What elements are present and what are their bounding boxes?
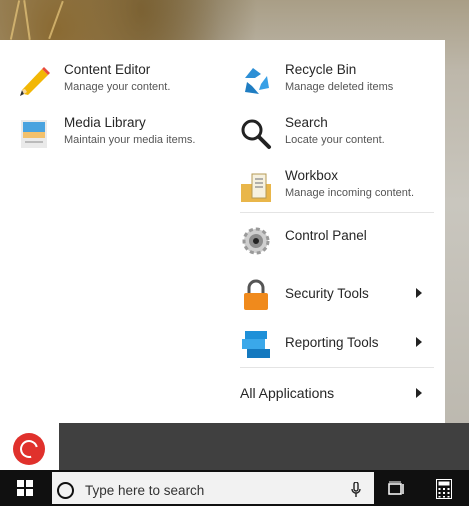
search-title: Search bbox=[285, 115, 328, 130]
wallpaper-detail bbox=[9, 0, 21, 40]
content-editor-desc: Manage your content. bbox=[64, 81, 171, 93]
chevron-right-icon bbox=[416, 337, 422, 347]
workbox-icon bbox=[241, 173, 271, 202]
recycle-bin-icon bbox=[245, 68, 269, 94]
media-library-icon bbox=[21, 120, 47, 148]
pencil-icon bbox=[20, 67, 50, 96]
start-button[interactable] bbox=[0, 470, 52, 506]
microphone-icon[interactable] bbox=[351, 482, 361, 498]
recycle-bin-title: Recycle Bin bbox=[285, 62, 357, 77]
content-editor-title: Content Editor bbox=[64, 62, 151, 77]
media-library-title: Media Library bbox=[64, 115, 146, 130]
security-tools-title: Security Tools bbox=[285, 286, 369, 301]
security-tools-item[interactable]: Security Tools bbox=[239, 276, 434, 316]
cortana-icon bbox=[57, 482, 74, 499]
lock-icon bbox=[244, 279, 268, 310]
reporting-tools-title: Reporting Tools bbox=[285, 335, 379, 350]
wallpaper-detail bbox=[48, 0, 64, 40]
workbox-item[interactable]: Workbox Manage incoming content. bbox=[239, 168, 439, 208]
search-placeholder: Type here to search bbox=[85, 483, 205, 498]
windows-icon bbox=[17, 480, 33, 496]
recycle-bin-desc: Manage deleted items bbox=[285, 81, 394, 93]
task-view-icon[interactable] bbox=[388, 481, 406, 497]
magnifier-icon bbox=[241, 119, 271, 149]
control-panel-icon bbox=[242, 227, 270, 255]
search-desc: Locate your content. bbox=[285, 134, 385, 146]
media-library-item[interactable]: Media Library Maintain your media items. bbox=[18, 115, 228, 155]
media-library-desc: Maintain your media items. bbox=[64, 134, 196, 146]
workbox-title: Workbox bbox=[285, 168, 339, 183]
divider bbox=[240, 367, 434, 368]
sitecore-logo-icon[interactable] bbox=[13, 433, 45, 465]
control-panel-item[interactable]: Control Panel bbox=[239, 222, 434, 262]
all-applications-item[interactable]: All Applications bbox=[240, 385, 334, 401]
wallpaper-detail bbox=[23, 0, 31, 40]
all-applications-label: All Applications bbox=[240, 385, 335, 401]
reporting-tools-item[interactable]: Reporting Tools bbox=[239, 325, 434, 365]
recycle-bin-item[interactable]: Recycle Bin Manage deleted items bbox=[239, 62, 434, 102]
chevron-right-icon bbox=[416, 388, 422, 398]
search-item[interactable]: Search Locate your content. bbox=[239, 115, 434, 155]
calculator-icon[interactable] bbox=[436, 479, 452, 499]
chevron-right-icon bbox=[416, 288, 422, 298]
reporting-icon bbox=[242, 331, 270, 358]
start-menu: Content Editor Manage your content. Medi… bbox=[0, 40, 445, 423]
content-editor-item[interactable]: Content Editor Manage your content. bbox=[18, 62, 218, 102]
start-menu-bottom-bar bbox=[59, 423, 469, 470]
divider bbox=[240, 212, 434, 213]
control-panel-title: Control Panel bbox=[285, 228, 367, 243]
workbox-desc: Manage incoming content. bbox=[285, 187, 415, 199]
